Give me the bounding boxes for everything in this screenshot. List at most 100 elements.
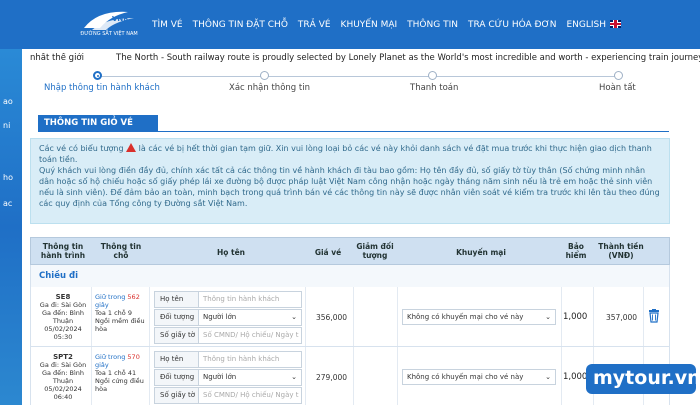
seat-info: Giữ trong 570 giây Toa 1 chỗ 41 Ngồi cứn… [95,353,147,393]
svg-text:VNR: VNR [112,15,129,23]
direction-label: Chiều đi [39,271,78,281]
notice-paragraph-info: Quý khách vui lòng điền đầy đủ, chính xá… [39,166,660,208]
col-divider [353,347,354,405]
th-total: Thành tiền (VNĐ) [598,242,644,260]
seat-info: Giữ trong 562 giây Toa 1 chỗ 9 Ngồi mềm … [95,293,147,333]
document-input[interactable]: Số CMND/ Hộ chiếu/ Ngày t [199,388,301,403]
hold-seconds: 562 [127,293,140,301]
nav-invoice-lookup[interactable]: TRA CỨU HÓA ĐƠN [468,20,557,30]
left-strip-text: ni [3,121,11,130]
nav-information[interactable]: THÔNG TIN [407,20,458,30]
step-dot-confirm [260,71,269,80]
passenger-type-label: Đối tượng [155,370,199,385]
departure-station: Ga đi: Sài Gòn [39,361,87,369]
marquee-text-right: The North - South railway route is proud… [116,53,700,63]
announcement-marquee: nhất thế giới The North - South railway … [30,53,700,67]
stepper-line [98,76,618,77]
step-dot-payment [428,71,437,80]
ticket-price: 279,000 [316,373,348,382]
hold-prefix: Giữ trong [95,293,126,301]
col-divider [149,287,150,346]
th-discount: Giảm đối tượng [356,242,394,260]
hold-suffix: giây [95,301,109,309]
section-title: THÔNG TIN GIỎ VÉ [38,115,158,131]
col-divider [397,287,398,346]
col-divider [561,287,562,346]
promotion-value: Không có khuyến mại cho vé này [407,313,524,321]
hold-suffix: giây [95,361,109,369]
seat-class: Ngồi cứng điều hòa [95,377,144,393]
col-divider [91,347,92,405]
left-strip-text: ho [3,173,13,182]
passenger-type-select[interactable]: Người lớn [199,310,301,325]
nav-english[interactable]: ENGLISH [566,19,622,30]
step-label-complete: Hoàn tất [599,83,636,93]
chevron-down-icon: ⌄ [291,313,297,321]
name-field-label: Họ tên [155,292,199,307]
departure-time: 05/02/2024 05:30 [44,325,82,341]
ticket-price: 356,000 [316,313,348,322]
arrival-station: Ga đến: Bình Thuận [41,369,85,385]
th-insurance: Bảo hiểm [565,242,587,260]
top-navigation-bar: VNR ĐƯỜNG SẮT VIỆT NAM TÌM VÉ THÔNG TIN … [0,0,700,49]
col-divider [593,287,594,346]
promotion-select[interactable]: Không có khuyến mại cho vé này ⌄ [402,309,556,325]
left-strip-text: ac [3,199,13,208]
name-field: Họ tên Thông tin hành khách [154,351,302,368]
table-header: Thông tin hành trình Thông tin chỗ Họ tê… [30,237,670,265]
passenger-type-label: Đối tượng [155,310,199,325]
insurance-fee: 1,000 [563,312,588,322]
trash-icon[interactable] [648,309,660,323]
mytour-watermark: mytour.vn [586,364,700,394]
th-price: Giá vé [314,248,342,257]
passenger-type-field: Đối tượng Người lớn ⌄ [154,369,302,386]
nav-english-label: ENGLISH [566,19,607,30]
col-divider [149,347,150,405]
logo-text: ĐƯỜNG SẮT VIỆT NAM [80,31,138,37]
departure-time: 05/02/2024 06:40 [44,385,82,401]
chevron-down-icon: ⌄ [545,313,551,321]
promotion-value: Không có khuyến mại cho vé này [407,373,524,381]
departure-station: Ga đi: Sài Gòn [39,301,87,309]
nav-booking-info[interactable]: THÔNG TIN ĐẶT CHỖ [193,20,288,30]
passenger-type-select[interactable]: Người lớn [199,370,301,385]
document-field-label: Số giấy tờ [155,388,199,403]
step-dot-passenger-info [93,71,102,80]
th-name: Họ tên [216,248,246,257]
warning-icon [126,143,137,152]
name-input[interactable]: Thông tin hành khách [199,292,301,307]
th-promotion: Khuyến mại [456,248,506,257]
marquee-text-left: nhất thế giới [30,53,84,63]
notice-paragraph-expired: Các vé có biểu tượng là các vé bị hết th… [39,143,661,165]
document-field: Số giấy tờ Số CMND/ Hộ chiếu/ Ngày t [154,387,302,404]
hold-timer: Giữ trong 562 giây [95,293,147,309]
nav-return-ticket[interactable]: TRẢ VÉ [298,20,331,30]
chevron-down-icon: ⌄ [545,373,551,381]
step-dot-complete [614,71,623,80]
journey-info: SE8 Ga đi: Sài Gòn Ga đến: Bình Thuận 05… [37,293,89,341]
nav-find-ticket[interactable]: TÌM VÉ [152,20,183,30]
step-label-payment: Thanh toán [410,83,459,93]
seat-number: Toa 1 chỗ 41 [95,369,137,377]
journey-info: SPT2 Ga đi: Sài Gòn Ga đến: Bình Thuận 0… [37,353,89,401]
seat-number: Toa 1 chỗ 9 [95,309,132,317]
left-strip-text: ao [3,97,13,106]
nav-promotions[interactable]: KHUYẾN MẠI [341,20,398,30]
direction-row: Chiều đi [30,265,670,287]
section-divider [38,131,669,132]
name-input[interactable]: Thông tin hành khách [199,352,301,367]
main-nav: TÌM VÉ THÔNG TIN ĐẶT CHỖ TRẢ VÉ KHUYẾN M… [152,0,631,49]
watermark-text: mytour.vn [593,367,700,389]
promotion-select[interactable]: Không có khuyến mại cho vé này ⌄ [402,369,556,385]
uk-flag-icon [610,19,622,28]
col-divider [353,287,354,346]
insurance-fee: 1,000 [563,372,588,382]
notice-box: Các vé có biểu tượng là các vé bị hết th… [30,138,670,224]
left-side-banner: ao ni ho ac [0,49,22,405]
notice-text: Các vé có biểu tượng [39,144,124,153]
ticket-row: SE8 Ga đi: Sài Gòn Ga đến: Bình Thuận 05… [30,287,670,347]
document-input[interactable]: Số CMND/ Hộ chiếu/ Ngày t [199,328,301,343]
col-divider [91,287,92,346]
seat-class: Ngồi mềm điều hòa [95,317,145,333]
document-field: Số giấy tờ Số CMND/ Hộ chiếu/ Ngày t [154,327,302,344]
